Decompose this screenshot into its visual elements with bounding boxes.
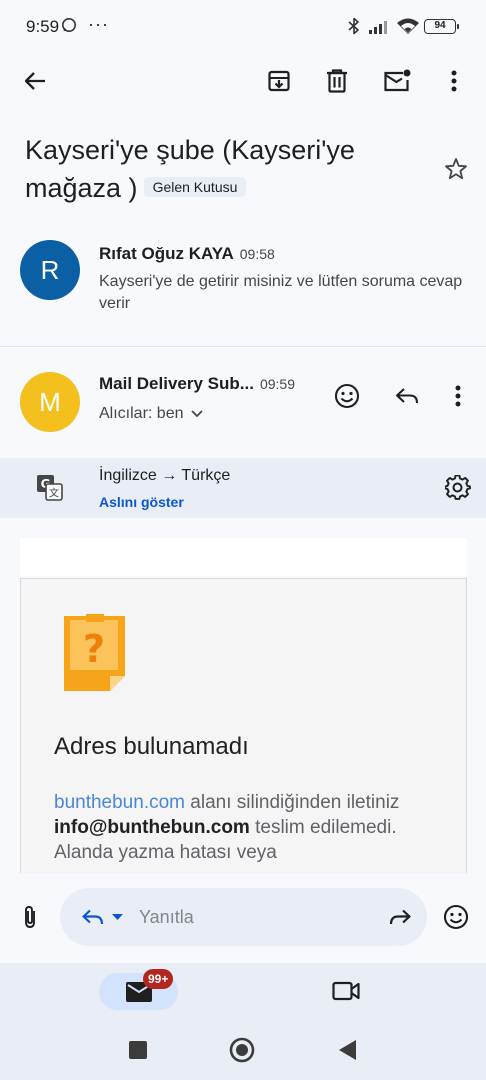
recipients-text: Alıcılar: ben [99, 405, 184, 422]
notification-overflow-icon: ··· [88, 14, 109, 34]
emoji-icon [334, 383, 360, 409]
translation-bar [0, 458, 486, 518]
star-button[interactable] [440, 153, 472, 185]
more-vert-icon [451, 70, 457, 92]
message-header: Rıfat Oğuz KAYA 09:58 [99, 244, 275, 264]
message-time: 09:59 [259, 376, 295, 392]
bounced-email: info@bunthebun.com [54, 817, 250, 838]
caret-down-icon [111, 914, 123, 920]
more-options-button[interactable] [440, 64, 468, 98]
inbox-label-chip[interactable]: Gelen Kutusu [143, 176, 247, 197]
delete-button[interactable] [320, 64, 354, 98]
forward-button[interactable] [384, 903, 416, 931]
bounce-text: bunthebun.com alanı silindiğinden iletin… [54, 790, 414, 865]
message-snippet: Kayseri'ye de getirir misiniz ve lütfen … [99, 273, 463, 312]
trash-icon [327, 69, 347, 93]
domain-link[interactable]: bunthebun.com [54, 792, 185, 813]
recents-button[interactable] [124, 1036, 152, 1064]
svg-text:文: 文 [49, 487, 59, 500]
wifi-icon [396, 17, 420, 35]
add-reaction-button[interactable] [330, 379, 364, 413]
nav-meet-tab[interactable] [330, 977, 362, 1005]
translation-languages: İngilizce → Türkçe [99, 467, 231, 484]
avatar[interactable]: R [20, 240, 80, 300]
question-note-icon: ? [64, 614, 128, 694]
unread-badge: 99+ [143, 969, 174, 989]
emoji-reaction-button[interactable] [441, 902, 471, 932]
chevron-down-icon [191, 410, 204, 418]
reply-icon [395, 388, 419, 404]
more-vert-icon [455, 385, 461, 407]
recipients-toggle[interactable]: Alıcılar: ben [99, 405, 204, 423]
message-divider [0, 346, 486, 347]
emoji-icon [443, 904, 469, 930]
bluetooth-icon [347, 17, 361, 35]
message-collapsed[interactable]: R Rıfat Oğuz KAYA 09:58 Kayseri'ye de get… [0, 226, 486, 344]
show-original-link[interactable]: Aslını göster [99, 494, 184, 510]
svg-text:?: ? [83, 627, 105, 671]
forward-icon [389, 909, 411, 925]
avatar[interactable]: M [20, 372, 80, 432]
mark-unread-button[interactable] [379, 64, 415, 98]
translate-icon: G文 [36, 474, 63, 501]
status-time: 9:59 [26, 17, 60, 36]
archive-icon [268, 70, 290, 92]
back-button[interactable] [18, 64, 52, 98]
whatsapp-icon [61, 17, 77, 33]
square-icon [129, 1041, 147, 1059]
attach-button[interactable] [16, 902, 44, 932]
message-more-button[interactable] [446, 379, 470, 413]
reply-icon [81, 909, 103, 925]
signal-icon [369, 19, 391, 34]
message-body-top [20, 538, 467, 576]
translation-settings-button[interactable] [442, 472, 474, 504]
arrow-left-icon [24, 72, 45, 90]
thread-subject: Kayseri'ye şube (Kayseri'ye mağaza ) Gele… [25, 131, 425, 207]
gear-icon [445, 475, 471, 500]
reply-button[interactable] [390, 379, 424, 413]
home-button[interactable] [228, 1036, 256, 1064]
bounce-text-part: alanı silindiğinden iletiniz [185, 792, 400, 813]
sender-name: Mail Delivery Sub... [99, 374, 254, 393]
sender-name: Rıfat Oğuz KAYA [99, 244, 234, 263]
message-header: Mail Delivery Sub... 09:59 [99, 374, 295, 394]
star-outline-icon [445, 158, 467, 180]
back-nav-button[interactable] [334, 1036, 362, 1064]
mail-unread-icon [384, 69, 411, 92]
reply-type-selector[interactable] [74, 903, 130, 931]
video-camera-icon [332, 981, 360, 1001]
battery-indicator: 94 [424, 19, 459, 34]
circle-icon [229, 1037, 255, 1063]
paperclip-icon [25, 906, 35, 928]
reply-placeholder: Yanıtla [139, 907, 194, 927]
triangle-back-icon [339, 1040, 356, 1060]
archive-button[interactable] [262, 64, 296, 98]
message-time: 09:58 [239, 246, 275, 262]
bounce-title: Adres bulunamadı [54, 733, 249, 760]
